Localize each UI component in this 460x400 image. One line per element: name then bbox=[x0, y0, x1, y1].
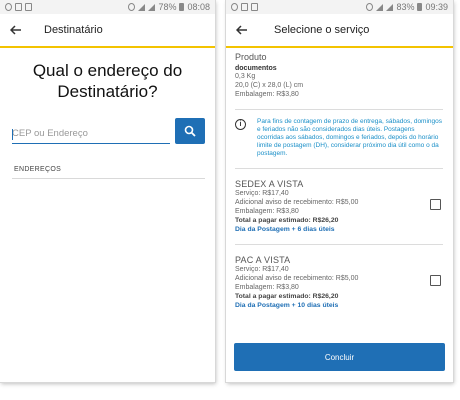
download-icon bbox=[25, 3, 32, 11]
sedex-checkbox[interactable] bbox=[430, 199, 441, 210]
search-input[interactable]: CEP ou Endereço bbox=[12, 122, 170, 144]
service-packaging: Embalagem: R$3,80 bbox=[235, 208, 299, 215]
search-icon bbox=[184, 125, 196, 137]
divider bbox=[235, 168, 443, 169]
battery-percent: 78% bbox=[158, 2, 177, 12]
service-price: Serviço: R$17,40 bbox=[235, 266, 289, 273]
notification-icon bbox=[231, 3, 238, 11]
vibrate-icon bbox=[366, 3, 374, 11]
service-content: Produto documentos 0,3 Kg 20,0 (C) x 28,… bbox=[226, 48, 453, 310]
search-placeholder: CEP ou Endereço bbox=[12, 128, 88, 139]
product-weight: 0,3 Kg bbox=[235, 73, 256, 80]
system-icons: 83% 09:39 bbox=[366, 2, 448, 12]
download-icon bbox=[251, 3, 258, 11]
page-title: Selecione o serviço bbox=[274, 24, 370, 36]
product-title: Produto bbox=[235, 52, 267, 62]
product-dimensions: 20,0 (C) x 28,0 (L) cm bbox=[235, 82, 304, 89]
service-select-screen: 83% 09:39 Selecione o serviço Produto do… bbox=[226, 0, 453, 382]
battery-percent: 83% bbox=[396, 2, 415, 12]
destinatario-screen: 78% 08:08 Destinatário Qual o endereço d… bbox=[0, 0, 215, 382]
app-bar: Selecione o serviço bbox=[226, 14, 453, 48]
page-title: Destinatário bbox=[44, 24, 103, 36]
notification-icons bbox=[231, 3, 258, 11]
service-name: SEDEX A VISTA bbox=[235, 179, 304, 189]
product-packaging: Embalagem: R$3,80 bbox=[235, 91, 299, 98]
battery-icon bbox=[417, 3, 423, 11]
service-option-pac[interactable]: PAC A VISTA Serviço: R$17,40 Adicional a… bbox=[235, 255, 443, 310]
signal-icon bbox=[148, 3, 156, 11]
signal-icon bbox=[386, 3, 394, 11]
info-icon: i bbox=[235, 119, 246, 130]
status-bar: 78% 08:08 bbox=[0, 0, 215, 14]
app-icon bbox=[15, 3, 22, 11]
search-row: CEP ou Endereço bbox=[12, 118, 205, 144]
app-icon bbox=[241, 3, 248, 11]
address-heading: Qual o endereço do Destinatário? bbox=[32, 61, 183, 101]
battery-icon bbox=[179, 3, 185, 11]
service-packaging: Embalagem: R$3,80 bbox=[235, 284, 299, 291]
service-additional: Adicional aviso de recebimento: R$5,00 bbox=[235, 199, 359, 206]
concluir-button[interactable]: Concluir bbox=[234, 343, 445, 371]
pac-checkbox[interactable] bbox=[430, 275, 441, 286]
service-deadline: Dia da Postagem + 6 dias úteis bbox=[235, 226, 335, 233]
search-button[interactable] bbox=[175, 118, 205, 144]
service-total: Total a pagar estimado: R$26,20 bbox=[235, 217, 339, 224]
divider bbox=[235, 109, 443, 110]
notification-icons bbox=[5, 3, 32, 11]
service-additional: Adicional aviso de recebimento: R$5,00 bbox=[235, 275, 359, 282]
divider bbox=[12, 178, 205, 179]
back-arrow-icon[interactable] bbox=[234, 22, 250, 38]
info-notice: i Para fins de contagem de prazo de entr… bbox=[235, 118, 443, 158]
app-bar: Destinatário bbox=[0, 14, 215, 48]
product-type: documentos bbox=[235, 65, 277, 72]
status-time: 09:39 bbox=[425, 2, 448, 12]
service-price: Serviço: R$17,40 bbox=[235, 190, 289, 197]
service-total: Total a pagar estimado: R$26,20 bbox=[235, 293, 339, 300]
back-arrow-icon[interactable] bbox=[8, 22, 24, 38]
vibrate-icon bbox=[128, 3, 136, 11]
service-name: PAC A VISTA bbox=[235, 255, 291, 265]
service-deadline: Dia da Postagem + 10 dias úteis bbox=[235, 302, 339, 309]
wifi-icon bbox=[138, 3, 146, 11]
system-icons: 78% 08:08 bbox=[128, 2, 210, 12]
divider bbox=[235, 244, 443, 245]
text-caret bbox=[12, 129, 13, 140]
notification-icon bbox=[5, 3, 12, 11]
status-time: 08:08 bbox=[187, 2, 210, 12]
service-option-sedex[interactable]: SEDEX A VISTA Serviço: R$17,40 Adicional… bbox=[235, 179, 443, 234]
info-text: Para fins de contagem de prazo de entreg… bbox=[257, 118, 443, 157]
addresses-label: ENDEREÇOS bbox=[14, 166, 62, 173]
status-bar: 83% 09:39 bbox=[226, 0, 453, 14]
wifi-icon bbox=[376, 3, 384, 11]
